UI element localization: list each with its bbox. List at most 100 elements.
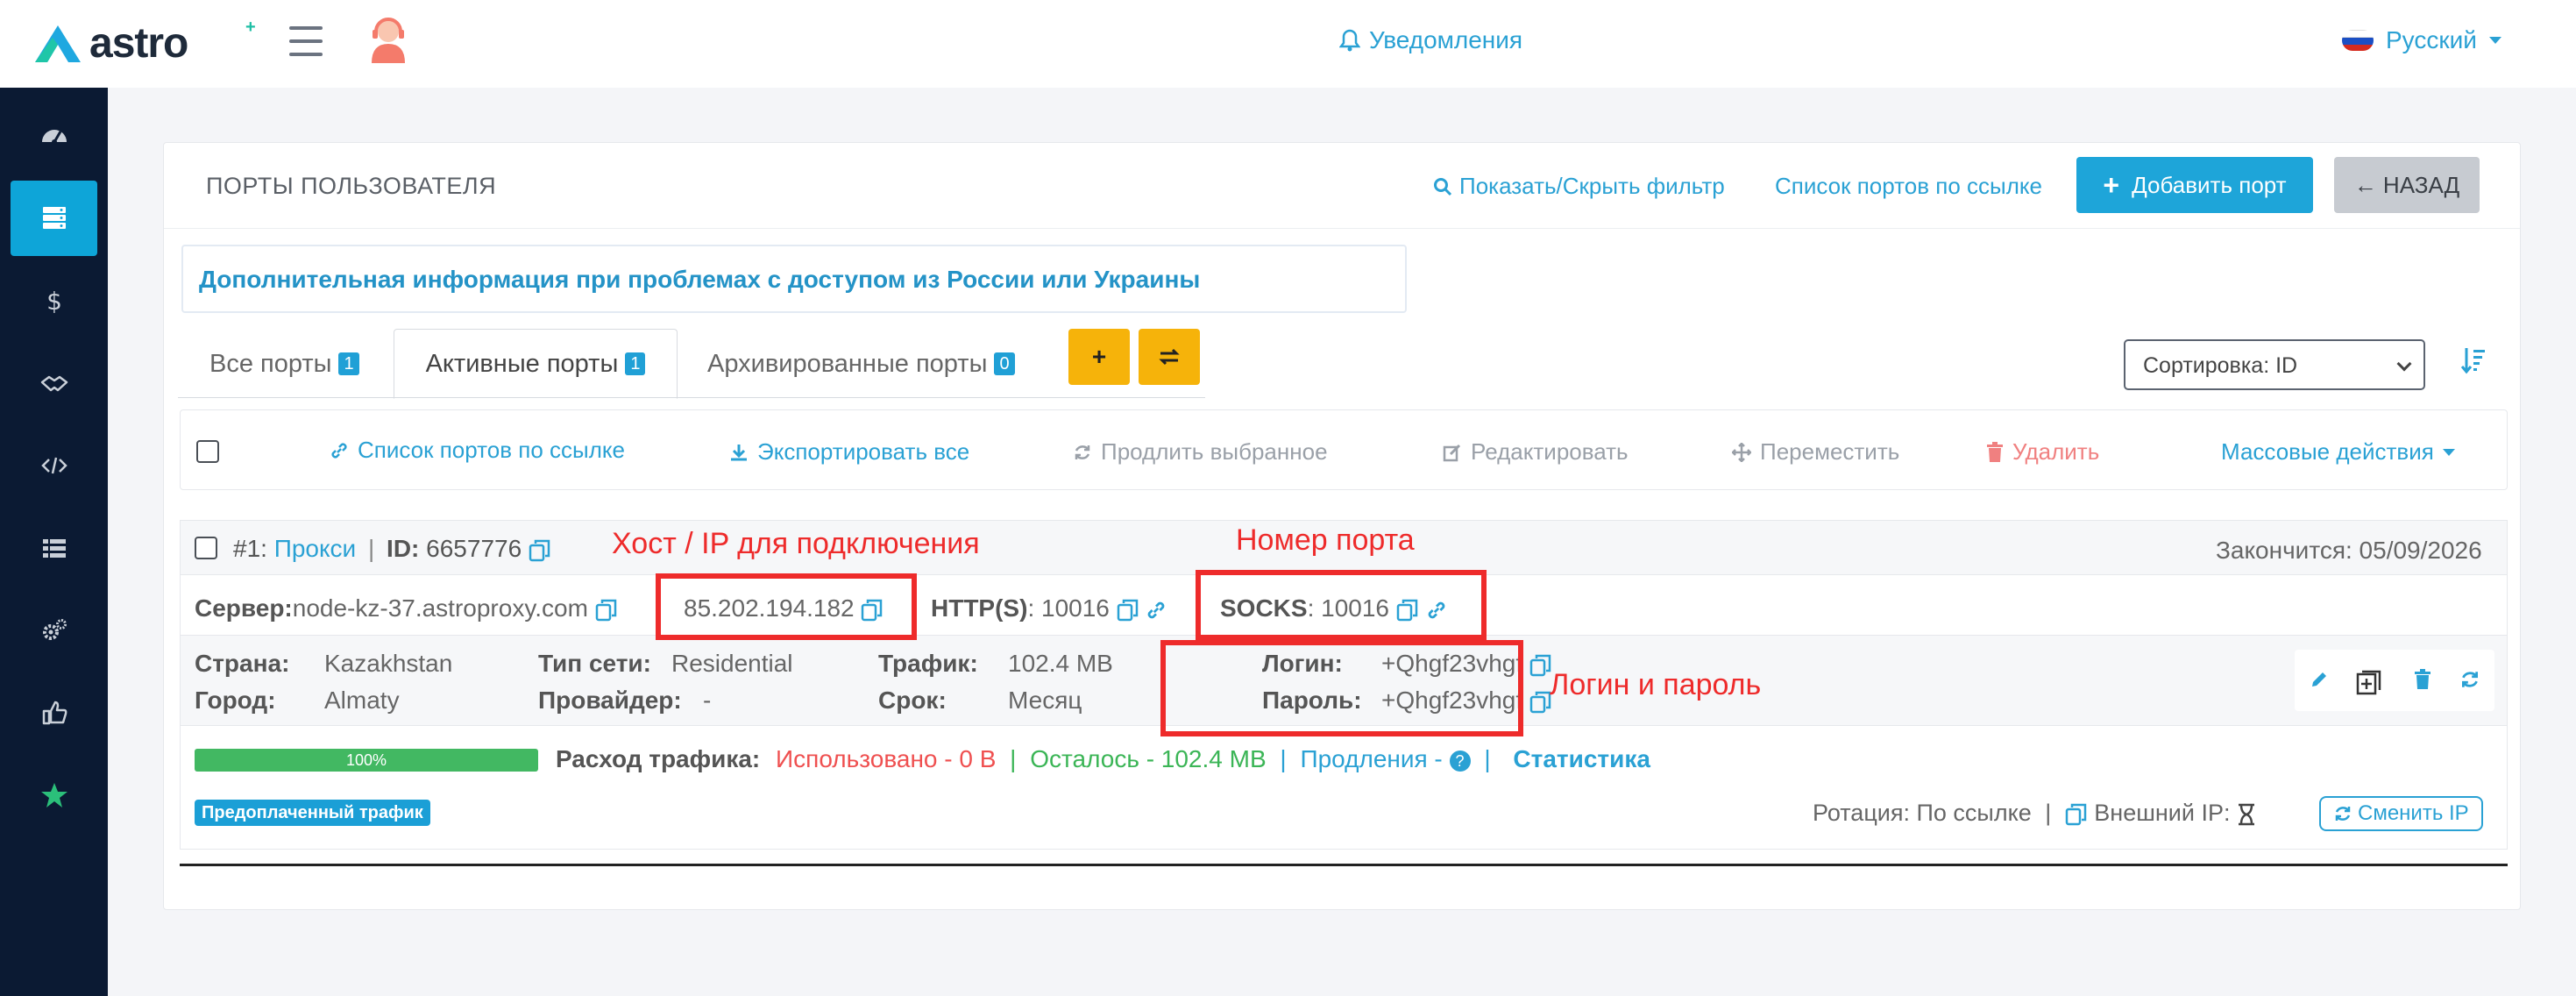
astro-logo-icon (35, 25, 81, 62)
plus-icon: + (2103, 168, 2120, 201)
http-row: HTTP(S): 10016 (931, 594, 1167, 622)
traffic-label: Трафик: (878, 650, 978, 677)
export-all-action[interactable]: Экспортировать все (729, 438, 969, 466)
port-select-checkbox[interactable] (195, 537, 217, 559)
extend-selected-action[interactable]: Продлить выбранное (1073, 438, 1328, 466)
renewals-link[interactable]: Продления - (1300, 745, 1442, 772)
question-icon[interactable]: ? (1449, 750, 1471, 772)
tab-active-count: 1 (625, 352, 646, 375)
sidebar-item-settings[interactable] (11, 593, 97, 668)
trash-icon[interactable] (2414, 669, 2431, 694)
duplicate-icon[interactable] (2356, 669, 2382, 700)
link-icon (331, 442, 347, 459)
sidebar-item-dashboard[interactable] (11, 98, 97, 174)
provider-label: Провайдер: (538, 687, 682, 714)
port-annotation: Номер порта (1236, 523, 1415, 557)
logo[interactable]: astro + (33, 18, 256, 68)
menu-toggle-icon[interactable] (289, 26, 323, 56)
move-action[interactable]: Переместить (1732, 438, 1899, 466)
port-title: #1: Прокси | ID: 6657776 (233, 535, 551, 563)
statistics-link[interactable]: Статистика (1513, 745, 1650, 772)
plus-icon: + (1091, 343, 1107, 370)
sidebar-item-api[interactable] (11, 428, 97, 503)
move-label: Переместить (1760, 438, 1900, 465)
edit-action[interactable]: Редактировать (1443, 438, 1629, 466)
support-agent-icon[interactable] (368, 18, 408, 63)
toggle-filter-label: Показать/Скрыть фильтр (1459, 173, 1725, 199)
select-all-checkbox[interactable] (196, 440, 219, 463)
port-id: 6657776 (426, 535, 522, 562)
language-selector[interactable]: Русский (2342, 26, 2501, 54)
sidebar-item-list[interactable] (11, 510, 97, 586)
credentials-highlight-box (1160, 640, 1523, 736)
sidebar-item-partners[interactable] (11, 345, 97, 421)
tab-active-ports[interactable]: Активные порты 1 (394, 329, 678, 399)
separator: | (1280, 745, 1287, 772)
credentials-annotation: Логин и пароль (1550, 668, 1762, 701)
page-title: ПОРТЫ ПОЛЬЗОВАТЕЛЯ (206, 173, 497, 199)
port-id-label: ID: (387, 535, 420, 562)
toggle-filter-link[interactable]: Показать/Скрыть фильтр (1433, 173, 1725, 200)
download-icon (731, 444, 747, 460)
add-tab-button[interactable]: + (1068, 329, 1130, 385)
separator: | (1484, 745, 1491, 772)
logo-text: astro (89, 20, 188, 67)
rotation-row: Ротация: По ссылке | Внешний IP: (1813, 800, 2256, 827)
link-icon[interactable] (1146, 600, 1167, 621)
traffic-value: 102.4 MB (1008, 650, 1113, 677)
change-ip-button[interactable]: Сменить IP (2319, 796, 2483, 831)
network-type-value: Residential (671, 650, 793, 677)
refresh-icon[interactable] (2459, 669, 2480, 694)
tab-all-ports[interactable]: Все порты 1 (209, 329, 359, 399)
tab-all-label: Все порты (209, 349, 332, 378)
info-link-box[interactable]: Дополнительная информация при проблемах … (181, 245, 1407, 313)
change-ip-label: Сменить IP (2358, 801, 2469, 825)
back-button[interactable]: ← НАЗАД (2334, 157, 2480, 213)
chevron-down-icon (2396, 356, 2412, 372)
chevron-down-icon (2442, 448, 2455, 456)
sort-select[interactable]: Сортировка: ID (2124, 339, 2425, 390)
refresh-icon (1075, 445, 1090, 459)
http-port: : 10016 (1027, 594, 1110, 622)
sort-order-icon[interactable] (2460, 346, 2487, 374)
edit-icon[interactable] (2309, 669, 2330, 694)
sidebar-item-ports[interactable] (11, 181, 97, 256)
add-port-button[interactable]: + Добавить порт (2076, 157, 2313, 213)
svg-text:$: $ (46, 287, 62, 316)
separator: | (367, 535, 375, 562)
copy-icon[interactable] (1529, 654, 1552, 677)
notifications-link[interactable]: Уведомления (1339, 26, 1522, 54)
bulk-actions-dropdown[interactable]: Массовые действия (2221, 438, 2455, 466)
usage-label: Расход трафика: (556, 745, 761, 772)
port-type-link[interactable]: Прокси (274, 535, 356, 562)
copy-icon[interactable] (1529, 691, 1552, 714)
tab-archived-count: 0 (994, 352, 1015, 375)
copy-icon[interactable] (1117, 599, 1139, 622)
server-icon (42, 207, 66, 229)
copy-icon[interactable] (2065, 803, 2088, 826)
copy-icon[interactable] (529, 539, 551, 562)
sidebar-item-billing[interactable]: $ (11, 263, 97, 338)
delete-label: Удалить (2012, 438, 2100, 465)
tab-all-count: 1 (338, 352, 359, 375)
ports-by-link-action[interactable]: Список портов по ссылке (330, 437, 625, 464)
copy-icon[interactable] (595, 599, 618, 622)
tab-archived-ports[interactable]: Архивированные порты 0 (707, 329, 1015, 399)
term-label: Срок: (878, 687, 947, 714)
port-expiry: Закончится: 05/09/2026 (2216, 537, 2482, 564)
bottom-divider (180, 864, 2508, 866)
city-label: Город: (195, 687, 276, 714)
provider-value: - (703, 687, 712, 714)
tab-active-label: Активные порты (425, 349, 619, 378)
star-icon (40, 783, 67, 807)
ports-by-link-header-link[interactable]: Список портов по ссылке (1775, 173, 2042, 200)
sidebar-item-favorites[interactable] (11, 758, 97, 833)
refresh-tab-button[interactable] (1139, 329, 1200, 385)
host-annotation: Хост / IP для подключения (612, 527, 980, 560)
move-icon (1732, 442, 1751, 462)
delete-action[interactable]: Удалить (1986, 438, 2099, 466)
sidebar-item-feedback[interactable] (11, 675, 97, 751)
server-row: Сервер:node-kz-37.astroproxy.com (195, 594, 618, 622)
add-port-label: Добавить порт (2132, 171, 2287, 198)
info-link[interactable]: Дополнительная информация при проблемах … (199, 266, 1200, 294)
